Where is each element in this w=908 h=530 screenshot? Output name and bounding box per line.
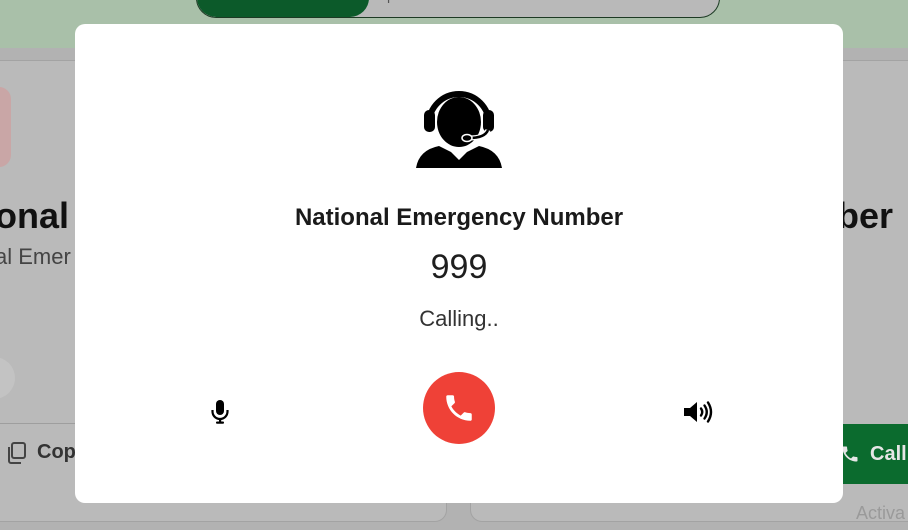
card-title: onal (0, 195, 70, 236)
card-icon-tile (0, 87, 11, 167)
calling-modal: National Emergency Number 999 Calling.. (75, 24, 843, 503)
end-call-button[interactable] (423, 372, 495, 444)
phone-icon (446, 395, 472, 421)
card-number-chip (0, 357, 15, 399)
microphone-icon (211, 400, 229, 424)
copy-button[interactable]: Cop (7, 441, 76, 464)
speaker-volume-icon (684, 401, 713, 423)
copy-button-label: Cop (37, 441, 76, 463)
modal-title: National Emergency Number (294, 204, 624, 231)
call-button-label: Call (870, 442, 907, 465)
card-title: ber (836, 195, 893, 236)
view-toggle-label: p (387, 0, 395, 3)
card-subtitle: al Emer (0, 244, 71, 269)
call-button[interactable]: Call (832, 424, 908, 484)
speaker-button[interactable] (679, 396, 719, 428)
activation-watermark: Activa (856, 503, 906, 523)
view-toggle[interactable]: p (196, 0, 720, 18)
phone-icon (842, 446, 858, 462)
mute-button[interactable] (204, 396, 236, 428)
headset-agent-icon (416, 91, 502, 168)
view-toggle-active-segment[interactable] (197, 0, 369, 17)
call-status: Calling.. (419, 306, 499, 331)
phone-number: 999 (430, 248, 488, 286)
copy-icon (8, 441, 26, 464)
